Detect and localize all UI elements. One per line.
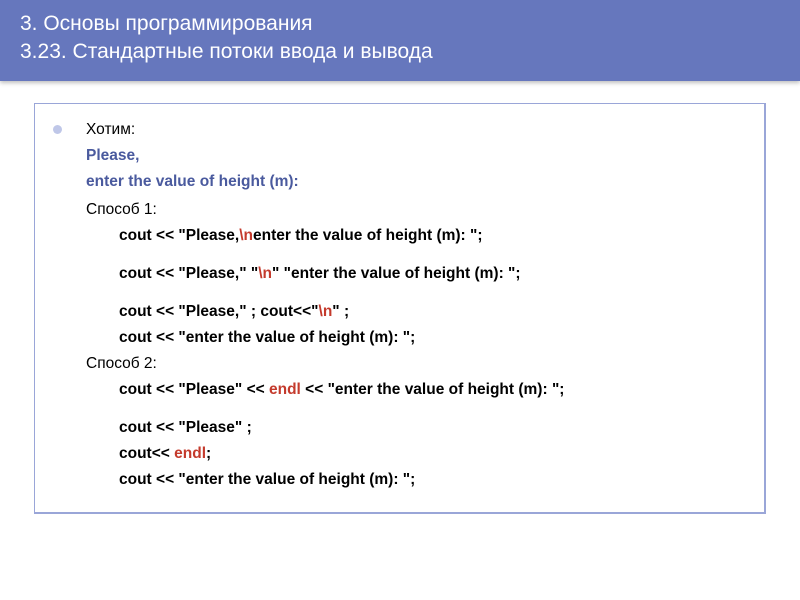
want-block: Хотим: Please, enter the value of height… [86,118,746,196]
m1-line-2: cout << "Please," "\n" "enter the value … [119,262,746,286]
m1l1-c: enter the value of height (m): "; [253,227,483,244]
m1l2-c: " "enter the value of height (m): "; [272,265,521,282]
m1-line-1: cout << "Please,\nenter the value of hei… [119,224,746,248]
bullet-icon [53,125,62,134]
m1-line-3: cout << "Please," ; cout<<"\n" ; [119,300,746,324]
m2-line-4: cout << "enter the value of height (m): … [119,468,746,492]
m1l2-a: cout << "Please," " [119,265,258,282]
title-line-1: 3. Основы программирования [20,10,780,38]
content-box: Хотим: Please, enter the value of height… [34,103,766,514]
m2l3-c: ; [206,445,211,462]
m1l3-c: " ; [332,303,349,320]
m1l1-b: \n [239,227,253,244]
slide: 3. Основы программирования 3.23. Стандар… [0,0,800,600]
m1l3-a: cout << "Please," ; cout<<" [119,303,319,320]
slide-body: Хотим: Please, enter the value of height… [0,81,800,600]
want-line-1: Please, [86,144,746,168]
m2l1-c: << "enter the value of height (m): "; [301,381,565,398]
m2l1-b: endl [269,381,301,398]
slide-title: 3. Основы программирования 3.23. Стандар… [0,0,800,81]
m1l1-a: cout << "Please, [119,227,239,244]
method1-label: Способ 1: [86,198,746,222]
m1l3-b: \n [319,303,333,320]
want-label: Хотим: [86,118,746,142]
m2l3-b: endl [174,445,206,462]
title-line-2: 3.23. Стандартные потоки ввода и вывода [20,38,780,66]
want-line-2: enter the value of height (m): [86,170,746,194]
bullet-want: Хотим: Please, enter the value of height… [53,118,746,196]
m2-line-2: cout << "Please" ; [119,416,746,440]
m2-line-3: cout<< endl; [119,442,746,466]
m2l1-a: cout << "Please" << [119,381,269,398]
m2-line-1: cout << "Please" << endl << "enter the v… [119,378,746,402]
m1l2-b: \n [258,265,272,282]
m2l3-a: cout<< [119,445,174,462]
method2-label: Способ 2: [86,352,746,376]
m1-line-4: cout << "enter the value of height (m): … [119,326,746,350]
